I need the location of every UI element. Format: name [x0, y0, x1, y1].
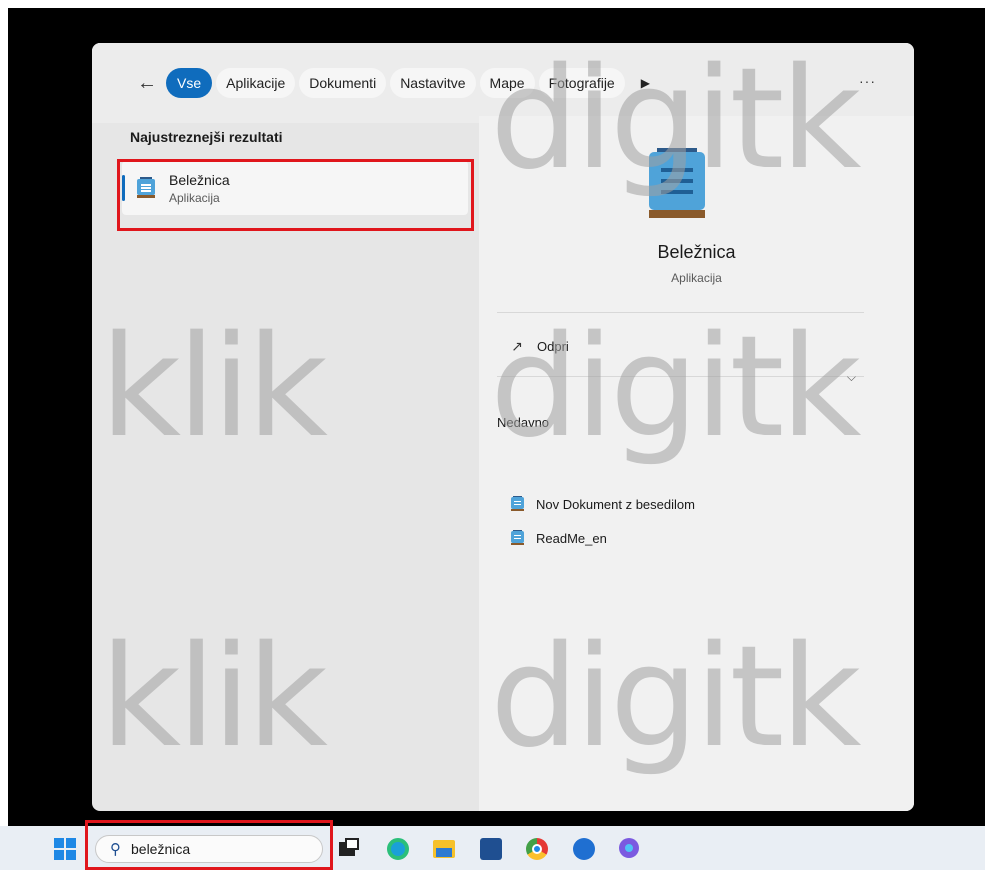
detail-app-type: Aplikacija [671, 271, 722, 285]
back-button[interactable]: ← [132, 68, 162, 98]
tab-nastavitve[interactable]: Nastavitve [390, 68, 476, 98]
detail-pane-background [479, 116, 914, 811]
open-action[interactable]: ↗ Odpri [509, 338, 569, 354]
recent-item-label: ReadMe_en [536, 530, 607, 546]
chrome-icon[interactable] [526, 838, 548, 860]
notepad-large-icon [649, 148, 705, 220]
open-label: Odpri [537, 338, 569, 354]
windows-start-icon[interactable] [54, 838, 76, 860]
divider [497, 312, 864, 313]
tab-aplikacije[interactable]: Aplikacije [216, 68, 296, 98]
section-title: Najustreznejši rezultati [130, 129, 283, 145]
recent-item-label: Nov Dokument z besedilom [536, 496, 695, 512]
tab-mape[interactable]: Mape [479, 68, 535, 98]
tab-fotografije[interactable]: Fotografije [538, 68, 625, 98]
play-arrow-icon: ▶ [640, 76, 650, 90]
highlight-box [117, 159, 474, 231]
tab-vse[interactable]: Vse [166, 68, 213, 98]
edge-icon[interactable] [387, 838, 409, 860]
filter-bar: ← Vse Aplikacije Dokumenti Nastavitve Ma… [92, 43, 914, 123]
scroll-tabs-right-button[interactable]: ▶ [641, 76, 650, 90]
arrow-left-icon: ← [137, 71, 157, 94]
store-icon[interactable] [480, 838, 502, 860]
task-view-icon[interactable] [337, 838, 359, 860]
chrome-canary-icon[interactable] [619, 838, 641, 860]
more-options-button[interactable]: ··· [859, 73, 876, 89]
highlight-box [85, 820, 333, 870]
recent-title: Nedavno [497, 415, 550, 430]
file-explorer-icon[interactable] [433, 838, 455, 860]
recent-item[interactable]: ReadMe_en [511, 530, 607, 546]
notepad-icon [511, 530, 524, 546]
thunderbird-icon[interactable] [573, 838, 595, 860]
open-external-icon: ↗ [511, 337, 523, 354]
detail-app-name: Beležnica [657, 242, 736, 262]
recent-item[interactable]: Nov Dokument z besedilom [511, 496, 695, 512]
divider [497, 376, 864, 377]
tab-dokumenti[interactable]: Dokumenti [299, 68, 387, 98]
chevron-down-icon[interactable]: ⌵ [847, 370, 856, 385]
notepad-icon [511, 496, 524, 512]
